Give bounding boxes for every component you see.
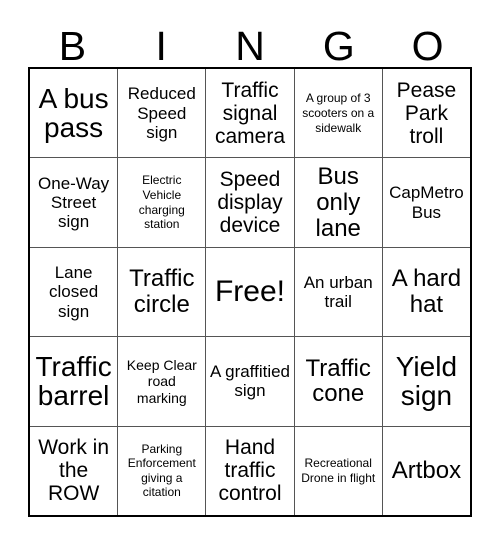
bingo-cell-label: Parking Enforcement giving a citation xyxy=(127,441,196,500)
bingo-cell-i2[interactable]: Electric Vehicle charging station xyxy=(118,158,207,247)
bingo-cell-i5[interactable]: Parking Enforcement giving a citation xyxy=(118,426,207,516)
bingo-cell-b4[interactable]: Traffic barrel xyxy=(30,337,119,426)
bingo-cell-label: Traffic cone xyxy=(305,354,371,408)
bingo-cell-o3[interactable]: A hard hat xyxy=(383,248,470,336)
bingo-cell-o5[interactable]: Artbox xyxy=(383,427,470,515)
header-letter-b: B xyxy=(58,23,87,69)
bingo-cell-i3[interactable]: Traffic circle xyxy=(118,247,207,337)
bingo-cell-label: One-Way Street sign xyxy=(38,173,110,232)
bingo-cell-label: Electric Vehicle charging station xyxy=(138,173,185,232)
bingo-cell-g5[interactable]: Recreational Drone in flight xyxy=(295,426,383,516)
bingo-free-label: Free! xyxy=(214,274,286,308)
bingo-cell-b2[interactable]: One-Way Street sign xyxy=(30,158,119,247)
bingo-cell-label: Traffic circle xyxy=(129,265,195,319)
bingo-cell-b3[interactable]: Lane closed sign xyxy=(30,247,119,337)
bingo-cell-b5[interactable]: Work in the ROW xyxy=(30,426,119,516)
header-letter-g: G xyxy=(322,23,355,69)
bingo-cell-label: Reduced Speed sign xyxy=(127,84,196,142)
bingo-cell-label: Artbox xyxy=(391,456,462,484)
bingo-cell-label: Bus only lane xyxy=(315,162,361,242)
bingo-cell-label: Work in the ROW xyxy=(38,436,109,506)
bingo-cell-label: A group of 3 scooters on a sidewalk xyxy=(302,91,375,135)
bingo-row: Traffic barrel Keep Clear road marking A… xyxy=(30,337,470,427)
bingo-cell-o2[interactable]: CapMetro Bus xyxy=(383,158,470,246)
bingo-cell-g2[interactable]: Bus only lane xyxy=(295,158,383,247)
bingo-cell-o1[interactable]: Pease Park troll xyxy=(383,69,470,157)
bingo-cell-b1[interactable]: A bus pass xyxy=(30,69,119,158)
bingo-cell-g4[interactable]: Traffic cone xyxy=(295,337,383,426)
bingo-cell-label: Recreational Drone in flight xyxy=(301,456,376,485)
bingo-row: One-Way Street sign Electric Vehicle cha… xyxy=(30,158,470,248)
bingo-cell-label: A graffitied sign xyxy=(209,362,291,401)
bingo-cell-i1[interactable]: Reduced Speed sign xyxy=(118,69,207,158)
bingo-cell-label: An urban trail xyxy=(303,272,373,312)
bingo-cell-label: Keep Clear road marking xyxy=(126,356,197,406)
bingo-header: B I N G O xyxy=(28,14,472,67)
bingo-cell-label: Pease Park troll xyxy=(396,78,457,148)
bingo-cell-label: Speed display device xyxy=(217,167,283,238)
bingo-cell-label: CapMetro Bus xyxy=(389,183,464,222)
bingo-row: A bus pass Reduced Speed sign Traffic si… xyxy=(30,69,470,159)
header-letter-i: I xyxy=(155,23,167,69)
bingo-cell-label: Hand traffic control xyxy=(218,436,282,506)
bingo-cell-label: Traffic signal camera xyxy=(214,78,286,148)
bingo-cell-i4[interactable]: Keep Clear road marking xyxy=(118,337,207,426)
bingo-cell-label: Lane closed sign xyxy=(49,262,99,321)
bingo-cell-g3[interactable]: An urban trail xyxy=(295,247,383,337)
bingo-cell-g1[interactable]: A group of 3 scooters on a sidewalk xyxy=(295,69,383,158)
bingo-cell-n5[interactable]: Hand traffic control xyxy=(206,426,295,516)
header-letter-o: O xyxy=(411,23,444,69)
bingo-cell-n2[interactable]: Speed display device xyxy=(206,158,295,247)
bingo-cell-o4[interactable]: Yield sign xyxy=(383,337,470,425)
bingo-row: Lane closed sign Traffic circle Free! An… xyxy=(30,247,470,338)
bingo-cell-n4[interactable]: A graffitied sign xyxy=(206,337,295,426)
bingo-cell-n1[interactable]: Traffic signal camera xyxy=(206,69,295,158)
bingo-grid: A bus pass Reduced Speed sign Traffic si… xyxy=(28,67,472,517)
bingo-cell-label: Yield sign xyxy=(395,350,458,412)
bingo-cell-label: A hard hat xyxy=(391,265,462,319)
bingo-cell-label: Traffic barrel xyxy=(35,350,112,412)
header-letter-n: N xyxy=(235,23,265,69)
bingo-cell-free[interactable]: Free! xyxy=(206,247,295,337)
bingo-row: Work in the ROW Parking Enforcement givi… xyxy=(30,426,470,516)
bingo-card: B I N G O A bus pass Reduced Speed sign … xyxy=(28,14,472,517)
bingo-cell-label: A bus pass xyxy=(38,82,109,144)
